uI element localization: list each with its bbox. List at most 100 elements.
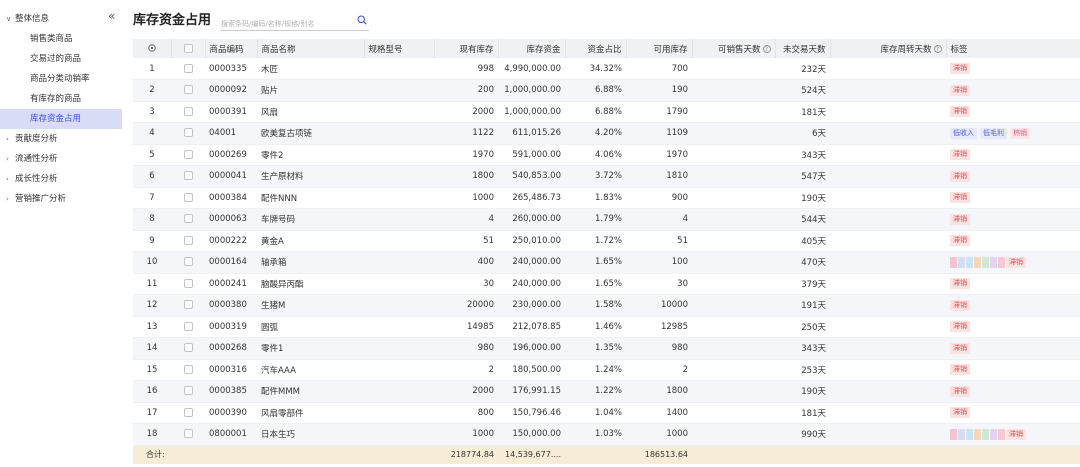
- row-select[interactable]: [171, 402, 205, 424]
- row-checkbox[interactable]: [183, 300, 193, 310]
- table-row[interactable]: 15 0000316 汽车AAA 2 180,500.00 1.24% 2 253天 滞销: [133, 359, 1080, 381]
- row-select[interactable]: [171, 79, 205, 102]
- nav-group-contribution[interactable]: › 贡献度分析: [0, 129, 122, 149]
- header-fund[interactable]: 库存资金: [498, 39, 566, 58]
- cell-sell-days: [692, 294, 775, 317]
- table-row[interactable]: 7 0000384 配件NNN 1000 265,486.73 1.83% 900 190天 滞…: [133, 187, 1080, 209]
- nav-item-inventory-capital[interactable]: 库存资金占用: [0, 109, 122, 129]
- row-checkbox[interactable]: [183, 386, 193, 396]
- table-row[interactable]: 1 0000335 木匠 998 4,990,000.00 34.32% 700 232天 滞销: [133, 58, 1080, 80]
- row-checkbox[interactable]: [183, 149, 193, 159]
- row-checkbox[interactable]: [183, 235, 193, 245]
- row-checkbox[interactable]: [183, 63, 193, 73]
- row-select[interactable]: [171, 273, 205, 295]
- table-row[interactable]: 11 0000241 脑酸异丙酯 30 240,000.00 1.65% 30 379天 滞销: [133, 273, 1080, 295]
- cell-no-trade-days: 181天: [775, 402, 830, 424]
- row-select[interactable]: [171, 165, 205, 188]
- cell-no-trade-days: 232天: [775, 58, 830, 80]
- row-select[interactable]: [171, 294, 205, 317]
- table-row[interactable]: 16 0000385 配件MMM 2000 176,991.15 1.22% 1800 190…: [133, 380, 1080, 403]
- row-select[interactable]: [171, 58, 205, 80]
- row-checkbox[interactable]: [183, 128, 193, 138]
- row-select[interactable]: [171, 359, 205, 381]
- nav-item-label: 库存资金占用: [30, 114, 82, 124]
- cell-sell-days: [692, 144, 775, 166]
- nav-item-in-stock-goods[interactable]: 有库存的商品: [0, 89, 122, 109]
- row-select[interactable]: [171, 144, 205, 166]
- row-select[interactable]: [171, 208, 205, 231]
- table-row[interactable]: 4 04001 欧美复古项链 1122 611,015.26 4.20% 1109 6天 低收入…: [133, 122, 1080, 145]
- header-stock[interactable]: 现有库存: [434, 39, 499, 58]
- select-all-header[interactable]: [171, 39, 206, 58]
- nav-group-liquidity[interactable]: › 流通性分析: [0, 149, 122, 169]
- table-row[interactable]: 14 0000268 零件1 980 196,000.00 1.35% 980 343天 滞销: [133, 337, 1080, 360]
- table-row[interactable]: 13 0000319 圆弧 14985 212,078.85 1.46% 12985 250天…: [133, 316, 1080, 338]
- row-select[interactable]: [171, 187, 205, 209]
- header-name[interactable]: 商品名称: [257, 39, 365, 58]
- cell-no-trade-days: 544天: [775, 208, 830, 231]
- nav-group-growth[interactable]: › 成长性分析: [0, 169, 122, 189]
- row-checkbox[interactable]: [183, 321, 193, 331]
- header-no-trade-days[interactable]: 未交易天数: [775, 39, 831, 58]
- table-row[interactable]: 8 0000063 车牌号码 4 260,000.00 1.79% 4 544天 滞销: [133, 208, 1080, 231]
- row-checkbox[interactable]: [183, 257, 193, 267]
- nav-group-marketing[interactable]: › 营销推广分析: [0, 189, 122, 209]
- row-checkbox[interactable]: [183, 171, 193, 181]
- nav-item-category-sell-through[interactable]: 商品分类动销率: [0, 69, 122, 89]
- row-select[interactable]: [171, 251, 205, 274]
- table-row[interactable]: 18 0800001 日本生巧 1000 150,000.00 1.03% 1000 990天…: [133, 423, 1080, 446]
- table-row[interactable]: 3 0000391 风扇 2000 1,000,000.00 6.88% 1790 181天 滞…: [133, 101, 1080, 123]
- row-checkbox[interactable]: [183, 429, 193, 439]
- row-select[interactable]: [171, 122, 205, 145]
- nav-group-overall[interactable]: ∨ 整体信息: [0, 9, 122, 29]
- row-index: 17: [133, 402, 171, 424]
- column-settings[interactable]: [133, 39, 172, 58]
- header-sell-days[interactable]: 可销售天数?: [692, 39, 776, 58]
- search-icon[interactable]: [357, 15, 367, 25]
- nav-item-sales-goods[interactable]: 销售类商品: [0, 29, 122, 49]
- cell-code: 0000268: [205, 337, 257, 360]
- nav-item-label: 商品分类动销率: [30, 74, 90, 84]
- table-row[interactable]: 10 0000164 轴承箱 400 240,000.00 1.65% 100 470天 滞销: [133, 251, 1080, 274]
- cell-code: 0000041: [205, 165, 257, 188]
- row-checkbox[interactable]: [183, 407, 193, 417]
- cell-available: 1810: [626, 165, 692, 188]
- table-row[interactable]: 5 0000269 零件2 1970 591,000.00 4.06% 1970 343天 滞销: [133, 144, 1080, 166]
- search-input[interactable]: [221, 14, 350, 34]
- row-select[interactable]: [171, 337, 205, 360]
- table-row[interactable]: 2 0000092 贴片 200 1,000,000.00 6.88% 190 524天 滞销: [133, 79, 1080, 102]
- cell-name: 木匠: [257, 58, 364, 80]
- cell-code: 0000063: [205, 208, 257, 231]
- cell-fund: 150,000.00: [498, 423, 565, 446]
- collapse-sidebar-icon[interactable]: «: [108, 10, 115, 22]
- row-checkbox[interactable]: [183, 343, 193, 353]
- row-checkbox[interactable]: [183, 106, 193, 116]
- header-turnover-days[interactable]: 库存周转天数?: [830, 39, 947, 58]
- help-icon[interactable]: ?: [933, 45, 942, 53]
- row-index: 15: [133, 359, 171, 381]
- select-all-checkbox[interactable]: [183, 43, 193, 53]
- nav-item-traded-goods[interactable]: 交易过的商品: [0, 49, 122, 69]
- row-select[interactable]: [171, 101, 205, 123]
- header-available[interactable]: 可用库存: [626, 39, 693, 58]
- help-icon[interactable]: ?: [762, 45, 771, 53]
- table-row[interactable]: 12 0000380 生猪M 20000 230,000.00 1.58% 10000 191…: [133, 294, 1080, 317]
- header-ratio[interactable]: 资金占比: [565, 39, 627, 58]
- row-select[interactable]: [171, 230, 205, 252]
- cell-no-trade-days: 379天: [775, 273, 830, 295]
- row-checkbox[interactable]: [183, 364, 193, 374]
- row-select[interactable]: [171, 380, 205, 403]
- header-spec[interactable]: 规格型号: [364, 39, 435, 58]
- row-checkbox[interactable]: [183, 278, 193, 288]
- table-row[interactable]: 17 0000390 风扇零部件 800 150,796.46 1.04% 1400 181天…: [133, 402, 1080, 424]
- table-row[interactable]: 9 0000222 黄金A 51 250,010.00 1.72% 51 405天 滞销: [133, 230, 1080, 252]
- gear-icon[interactable]: [147, 43, 157, 53]
- row-select[interactable]: [171, 423, 205, 446]
- nav-group-label: 营销推广分析: [15, 194, 67, 204]
- row-checkbox[interactable]: [183, 85, 193, 95]
- header-code[interactable]: 商品编码: [205, 39, 258, 58]
- row-checkbox[interactable]: [183, 214, 193, 224]
- row-checkbox[interactable]: [183, 192, 193, 202]
- table-row[interactable]: 6 0000041 生产原材料 1800 540,853.00 3.72% 1810 547天…: [133, 165, 1080, 188]
- row-select[interactable]: [171, 316, 205, 338]
